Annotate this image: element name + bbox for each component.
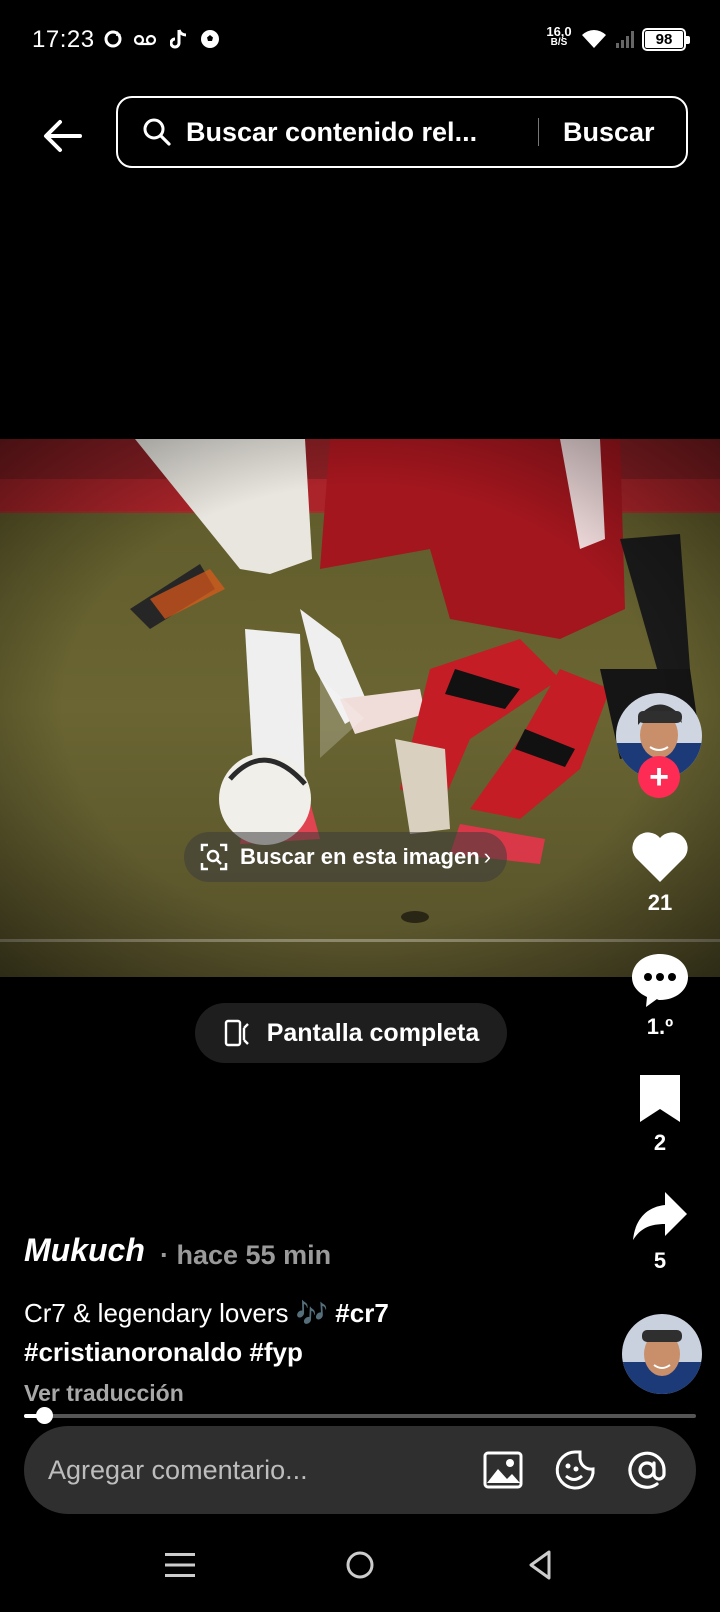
- caption-text: Cr7 & legendary lovers 🎶: [24, 1298, 329, 1328]
- share-arrow-icon: [633, 1192, 687, 1240]
- image-picker-icon[interactable]: [480, 1447, 526, 1493]
- home-button[interactable]: [330, 1540, 390, 1590]
- image-search-label: Buscar en esta imagen: [240, 844, 480, 869]
- caption: Cr7 & legendary lovers 🎶 #cr7 #cristiano…: [24, 1294, 484, 1372]
- save-button[interactable]: 2: [620, 1072, 700, 1156]
- plus-icon: +: [649, 758, 669, 796]
- like-button[interactable]: 21: [620, 830, 700, 916]
- avatar-image: [622, 1314, 702, 1394]
- play-icon: [320, 678, 364, 758]
- fullscreen-button[interactable]: Pantalla completa: [195, 1003, 507, 1063]
- sticker-icon[interactable]: [552, 1447, 598, 1493]
- search-input[interactable]: Buscar contenido rel...: [186, 117, 516, 148]
- status-time: 17:23: [32, 26, 95, 53]
- save-count: 2: [653, 1130, 667, 1155]
- sync-icon: [102, 28, 124, 50]
- tiktok-icon: [168, 28, 190, 50]
- translate-link[interactable]: Ver traducción: [24, 1380, 184, 1407]
- hashtag-link[interactable]: #fyp: [249, 1337, 302, 1367]
- soccer-ball-icon: [198, 28, 222, 50]
- wifi-icon: [580, 28, 608, 50]
- voicemail-icon: [132, 28, 158, 50]
- triangle-back-icon: [529, 1550, 551, 1580]
- heart-icon: [632, 832, 688, 882]
- search-icon: [143, 118, 171, 146]
- battery-indicator: 98: [642, 28, 690, 51]
- mention-icon[interactable]: [624, 1447, 670, 1493]
- like-count: 21: [647, 890, 673, 915]
- follow-button[interactable]: +: [638, 756, 680, 798]
- search-box[interactable]: Buscar contenido rel... Buscar: [116, 96, 688, 168]
- signal-icon: [614, 28, 638, 50]
- post-time: · hace 55 min: [160, 1240, 332, 1270]
- image-search-button[interactable]: Buscar en esta imagen ›: [184, 832, 507, 882]
- menu-icon: [165, 1553, 195, 1577]
- comment-input[interactable]: Agregar comentario...: [48, 1455, 480, 1486]
- share-button[interactable]: 5: [620, 1190, 700, 1274]
- sound-disc-avatar[interactable]: [622, 1314, 702, 1394]
- network-speed: 16,0 B/S: [544, 24, 574, 48]
- search-button[interactable]: Buscar: [563, 117, 655, 148]
- search-divider: [538, 118, 539, 146]
- back-button[interactable]: [30, 104, 94, 168]
- system-back-button[interactable]: [510, 1540, 570, 1590]
- home-circle-icon: [346, 1551, 374, 1579]
- comment-count: 1.º: [646, 1014, 674, 1039]
- author-name[interactable]: Mukuch: [24, 1232, 145, 1269]
- image-search-icon: [200, 843, 228, 871]
- arrow-left-icon: [44, 120, 82, 152]
- recents-button[interactable]: [150, 1540, 210, 1590]
- comment-button[interactable]: 1.º: [620, 952, 700, 1040]
- battery-level: 98: [645, 31, 683, 48]
- bookmark-icon: [640, 1075, 680, 1122]
- hashtag-link[interactable]: #cr7: [335, 1298, 389, 1328]
- fullscreen-rotate-icon: [224, 1019, 249, 1047]
- network-speed-value: 16,0: [546, 24, 572, 39]
- chevron-right-icon: ›: [483, 844, 491, 869]
- comment-bar: Agregar comentario...: [24, 1426, 696, 1514]
- fullscreen-label: Pantalla completa: [266, 1018, 480, 1047]
- video-progress-handle[interactable]: [36, 1407, 53, 1424]
- share-count: 5: [653, 1248, 667, 1273]
- comment-bubble-icon: [632, 954, 688, 1007]
- video-progress-track[interactable]: [24, 1414, 696, 1418]
- hashtag-link[interactable]: #cristianoronaldo: [24, 1337, 242, 1367]
